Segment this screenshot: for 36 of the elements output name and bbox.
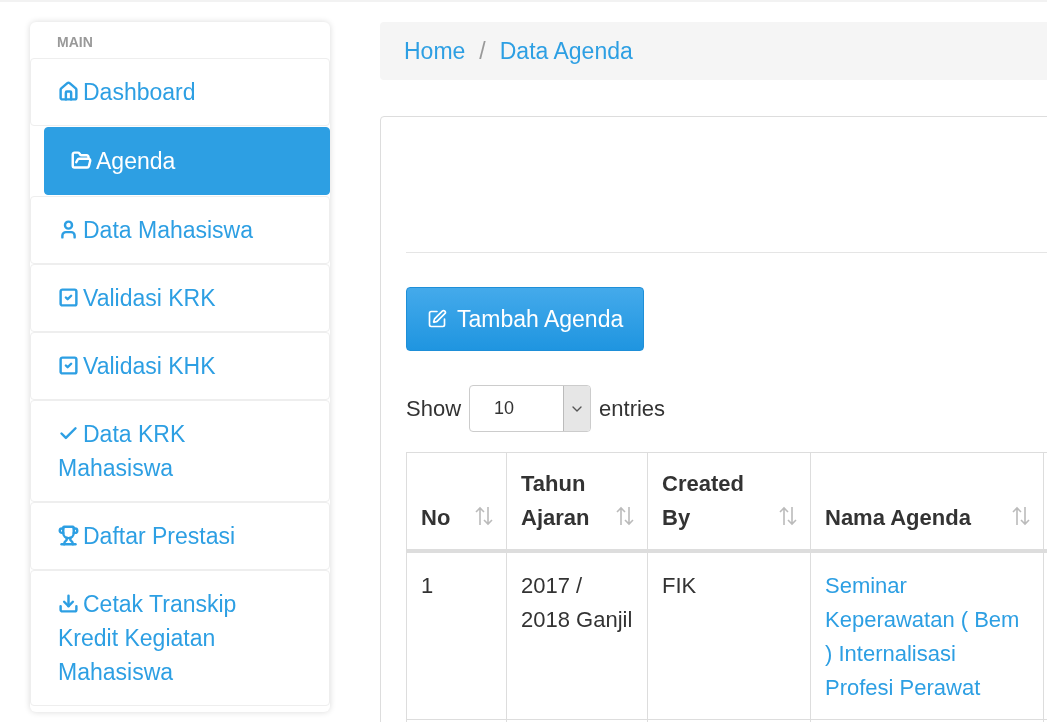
sidebar-item[interactable]: Daftar Prestasi	[30, 502, 330, 570]
table-cell: FIK	[647, 551, 811, 720]
table-cell: 2017 / 2018 Ganjil	[506, 551, 648, 720]
sidebar-item[interactable]: Validasi KRK	[30, 264, 330, 332]
sort-icon	[778, 505, 798, 527]
sidebar-item[interactable]: Agenda	[44, 127, 330, 195]
user-icon	[58, 219, 79, 240]
sort-icon	[1011, 505, 1031, 527]
checkbox-icon	[58, 355, 79, 376]
trophy-icon	[58, 525, 79, 546]
column-header[interactable]: No	[406, 452, 507, 551]
sidebar-item[interactable]: Cetak Transkip Kredit Kegiatan Mahasiswa	[30, 570, 330, 706]
folder-icon	[71, 150, 92, 171]
add-button[interactable]: Tambah Agenda	[406, 287, 645, 351]
edit-icon	[427, 309, 447, 329]
entries-select[interactable]: 10	[469, 385, 592, 432]
home-icon	[58, 81, 79, 102]
column-header[interactable]: Nama Agenda	[810, 452, 1044, 551]
sidebar-item[interactable]: Data Mahasiswa	[30, 196, 330, 264]
sidebar-item[interactable]: Data KRK Mahasiswa	[30, 400, 330, 502]
sidebar-item[interactable]: Validasi KHK	[30, 332, 330, 400]
sort-icon	[474, 505, 494, 527]
sort-icon	[615, 505, 635, 527]
table-cell: 1	[406, 551, 507, 720]
breadcrumb-link[interactable]: Home	[404, 35, 466, 67]
column-header[interactable]: Tahun Ajaran	[506, 452, 648, 551]
breadcrumb-link[interactable]: Data Agenda	[499, 35, 633, 67]
breadcrumb-separator: /	[479, 37, 486, 66]
show-label: Show	[406, 395, 462, 422]
entries-label: entries	[599, 395, 666, 422]
agenda-link[interactable]: Seminar Keperawatan ( Bem ) Internalisasi Profesi Perawat	[825, 569, 1029, 705]
column-header[interactable]: Created By	[647, 452, 811, 551]
checkbox-icon	[58, 287, 79, 308]
sidebar-item[interactable]: Dashboard	[30, 58, 330, 126]
sidebar-heading: MAIN	[56, 33, 94, 52]
download-icon	[58, 593, 79, 614]
